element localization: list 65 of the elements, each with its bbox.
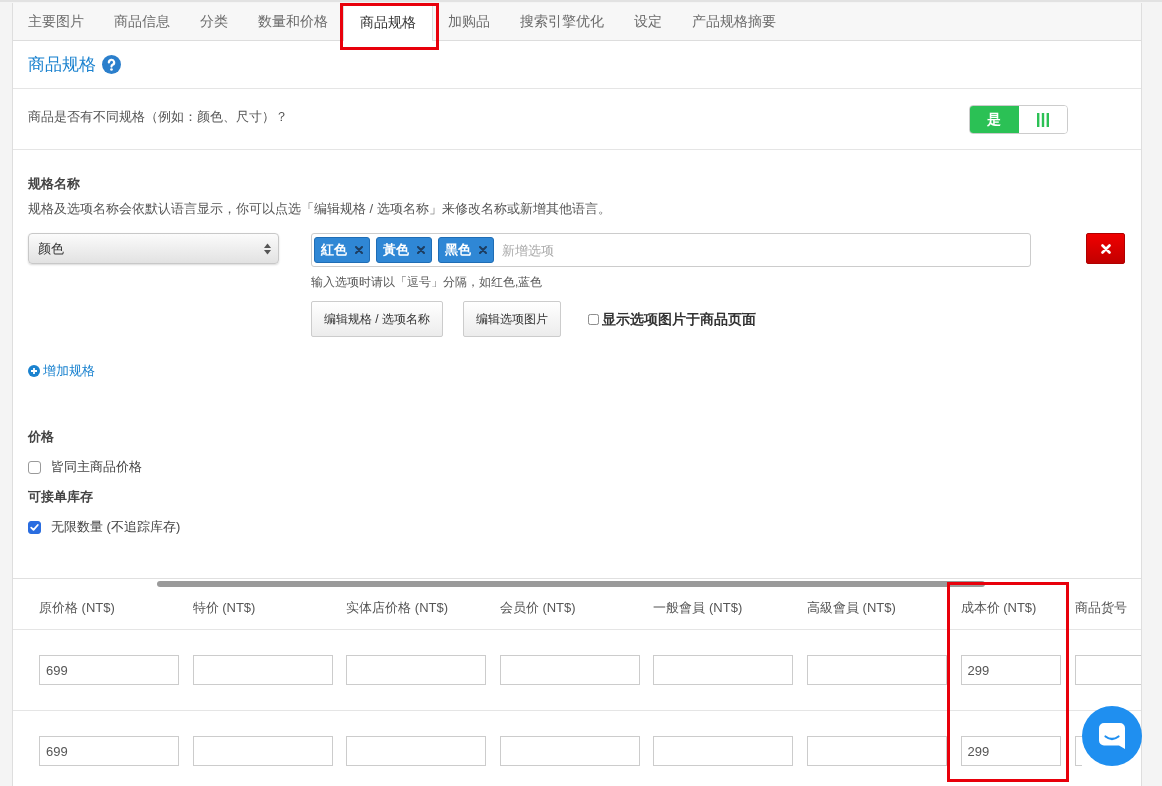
description-text: 规格及选项名称会依默认语言显示，你可以点选「编辑规格 / 选项名称」来修改名称或新增其他语言。	[28, 200, 611, 218]
price-input[interactable]	[346, 736, 487, 766]
remove-icon[interactable]	[479, 246, 487, 254]
price-input[interactable]: 699	[39, 736, 179, 766]
price-input[interactable]: 299	[960, 736, 1061, 766]
price-input[interactable]	[499, 736, 640, 766]
price-input[interactable]	[806, 655, 947, 685]
column-header: 特价 (NT$)	[192, 599, 256, 618]
price-input[interactable]: 299	[960, 655, 1061, 685]
add-spec-link[interactable]: 增加规格	[28, 361, 95, 381]
tab[interactable]: 搜索引擎优化	[505, 3, 619, 40]
price-input[interactable]: 699	[39, 655, 179, 685]
price-input[interactable]	[346, 655, 487, 685]
checkbox-label: 皆同主商品价格	[51, 458, 142, 476]
price-input[interactable]	[806, 736, 947, 766]
checkbox[interactable]	[28, 520, 41, 534]
checkbox[interactable]	[588, 313, 599, 325]
column-header: 原价格 (NT$)	[39, 599, 115, 618]
question-text: 商品是否有不同规格（例如：颜色、尺寸）？	[28, 108, 288, 126]
price-input[interactable]	[1074, 736, 1082, 766]
checkbox[interactable]	[28, 460, 41, 474]
help-icon[interactable]	[102, 55, 121, 74]
tag-field[interactable]: 紅色 黃色 黑色 新增选项	[311, 233, 1031, 267]
spec-select[interactable]: 颜色	[28, 233, 279, 264]
price-input[interactable]	[653, 655, 794, 685]
grip-icon	[1036, 112, 1049, 127]
remove-icon[interactable]	[417, 246, 425, 254]
column-header: 商品货号	[1074, 599, 1127, 618]
tab[interactable]: 加购品	[433, 3, 505, 40]
price-input[interactable]	[192, 655, 333, 685]
price-input[interactable]	[499, 655, 640, 685]
field-label: 可接单库存	[28, 488, 93, 506]
section-title: 商品规格	[28, 53, 96, 76]
tab[interactable]: 产品规格摘要	[677, 3, 791, 40]
tab[interactable]: 数量和价格	[243, 3, 343, 40]
column-header: 高級會員 (NT$)	[806, 599, 896, 618]
column-header: 会员价 (NT$)	[499, 599, 576, 618]
tab[interactable]: 商品信息	[99, 3, 185, 40]
column-header: 实体店价格 (NT$)	[346, 599, 449, 618]
option-tag[interactable]: 黑色	[438, 237, 494, 263]
new-option-input[interactable]: 新增选项	[502, 238, 1028, 262]
column-header: 成本价 (NT$)	[960, 599, 1037, 618]
price-input[interactable]	[653, 736, 794, 766]
price-input[interactable]	[192, 736, 333, 766]
chat-icon[interactable]	[1082, 706, 1142, 766]
edit-button[interactable]: 编辑选项图片	[463, 301, 561, 337]
hint-text: 输入选项时请以「逗号」分隔，如红色,蓝色	[311, 274, 543, 291]
checkbox-label: 显示选项图片于商品页面	[602, 309, 756, 329]
tab[interactable]: 设定	[619, 3, 677, 40]
option-tag[interactable]: 黃色	[376, 237, 432, 263]
column-header: 一般會員 (NT$)	[653, 599, 743, 618]
checkbox-label: 无限数量 (不追踪库存)	[51, 518, 181, 536]
field-label: 价格	[28, 428, 54, 446]
price-input[interactable]	[1074, 655, 1141, 685]
option-tag[interactable]: 紅色	[314, 237, 370, 263]
scrollbar-thumb[interactable]	[157, 581, 985, 587]
field-label: 规格名称	[28, 175, 80, 193]
plus-circle-icon	[28, 365, 40, 377]
delete-button[interactable]	[1086, 233, 1125, 264]
close-icon	[1100, 243, 1111, 254]
updown-caret-icon	[264, 242, 271, 255]
remove-icon[interactable]	[355, 246, 363, 254]
tab[interactable]: 分类	[185, 3, 243, 40]
tab[interactable]: 主要图片	[13, 3, 99, 40]
edit-button[interactable]: 编辑规格 / 选项名称	[311, 301, 443, 337]
